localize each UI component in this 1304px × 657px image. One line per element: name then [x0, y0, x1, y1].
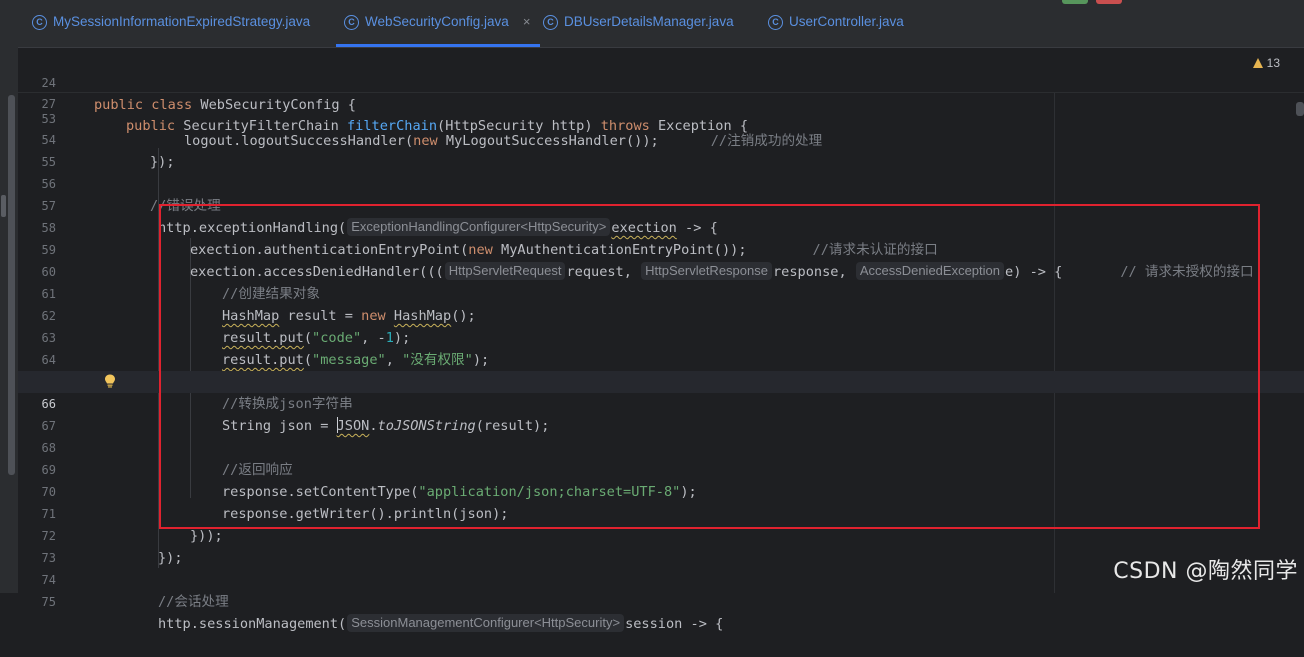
line-number: 75 [41, 595, 56, 609]
code-token: public [126, 118, 184, 134]
java-class-icon: C [32, 15, 47, 30]
code-token: filterChain [346, 118, 438, 134]
code-token: SecurityFilterChain [183, 118, 347, 134]
tab-label: WebSecurityConfig.java [365, 14, 509, 29]
run-indicator[interactable] [1062, 0, 1088, 4]
editor-tabs: C MySessionInformationExpiredStrategy.ja… [18, 0, 1304, 48]
tab-dbuserdetailsmanager[interactable]: C DBUserDetailsManager.java [543, 14, 734, 42]
tab-usercontroller[interactable]: C UserController.java [768, 14, 904, 42]
editor-scrollbar[interactable] [1296, 102, 1304, 116]
tab-websecurityconfig[interactable]: C WebSecurityConfig.java × [335, 14, 541, 47]
project-panel-strip [0, 0, 19, 593]
warning-count: 13 [1266, 56, 1280, 70]
sticky-lines[interactable]: 24 public class WebSecurityConfig { 27 p… [18, 48, 1304, 134]
code-token: http.sessionManagement( [158, 616, 347, 632]
code-token: -> { [682, 616, 724, 632]
stop-indicator[interactable] [1096, 0, 1122, 4]
code-token: public class [94, 97, 201, 113]
left-scrollbar[interactable] [8, 95, 15, 475]
parameter-hint: SessionManagementConfigurer<HttpSecurity… [347, 614, 625, 632]
code-token: throws [600, 118, 658, 134]
code-comment: //会话处理 [158, 594, 229, 610]
code-token: (HttpSecurity http) [437, 118, 601, 134]
csdn-watermark: CSDN @陶然同学 [1113, 559, 1298, 584]
tab-label: MySessionInformationExpiredStrategy.java [53, 14, 311, 29]
tab-label: UserController.java [789, 14, 904, 29]
warning-triangle-icon [1252, 58, 1263, 68]
line-number: 27 [41, 97, 56, 111]
java-class-icon: C [768, 15, 783, 30]
code-line-75[interactable]: 75 http.sessionManagement(SessionManagem… [18, 569, 1304, 632]
java-class-icon: C [344, 15, 359, 30]
close-icon[interactable]: × [523, 14, 531, 29]
tab-mysessioninformationexpiredstrategy[interactable]: C MySessionInformationExpiredStrategy.ja… [32, 14, 310, 42]
code-line-74[interactable]: 74 //会话处理 [18, 547, 1304, 610]
sticky-line-24[interactable]: 24 public class WebSecurityConfig { [18, 50, 1304, 113]
highlight-annotation-box [159, 204, 1260, 529]
code-token: WebSecurityConfig { [200, 97, 356, 113]
left-scroll-thumb[interactable] [1, 195, 6, 217]
inspection-widget[interactable]: 13 [1252, 56, 1280, 70]
code-token: Exception { [658, 118, 749, 134]
java-class-icon: C [543, 15, 558, 30]
tab-label: DBUserDetailsManager.java [564, 14, 734, 29]
code-token: session [625, 616, 683, 632]
lightbulb-icon[interactable] [104, 374, 116, 388]
sticky-line-27[interactable]: 27 public SecurityFilterChain filterChai… [18, 71, 1304, 134]
code-line-56[interactable]: 56 //错误处理 [18, 151, 1304, 214]
code-line-57[interactable]: 57 http.exceptionHandling(ExceptionHandl… [18, 173, 1304, 236]
